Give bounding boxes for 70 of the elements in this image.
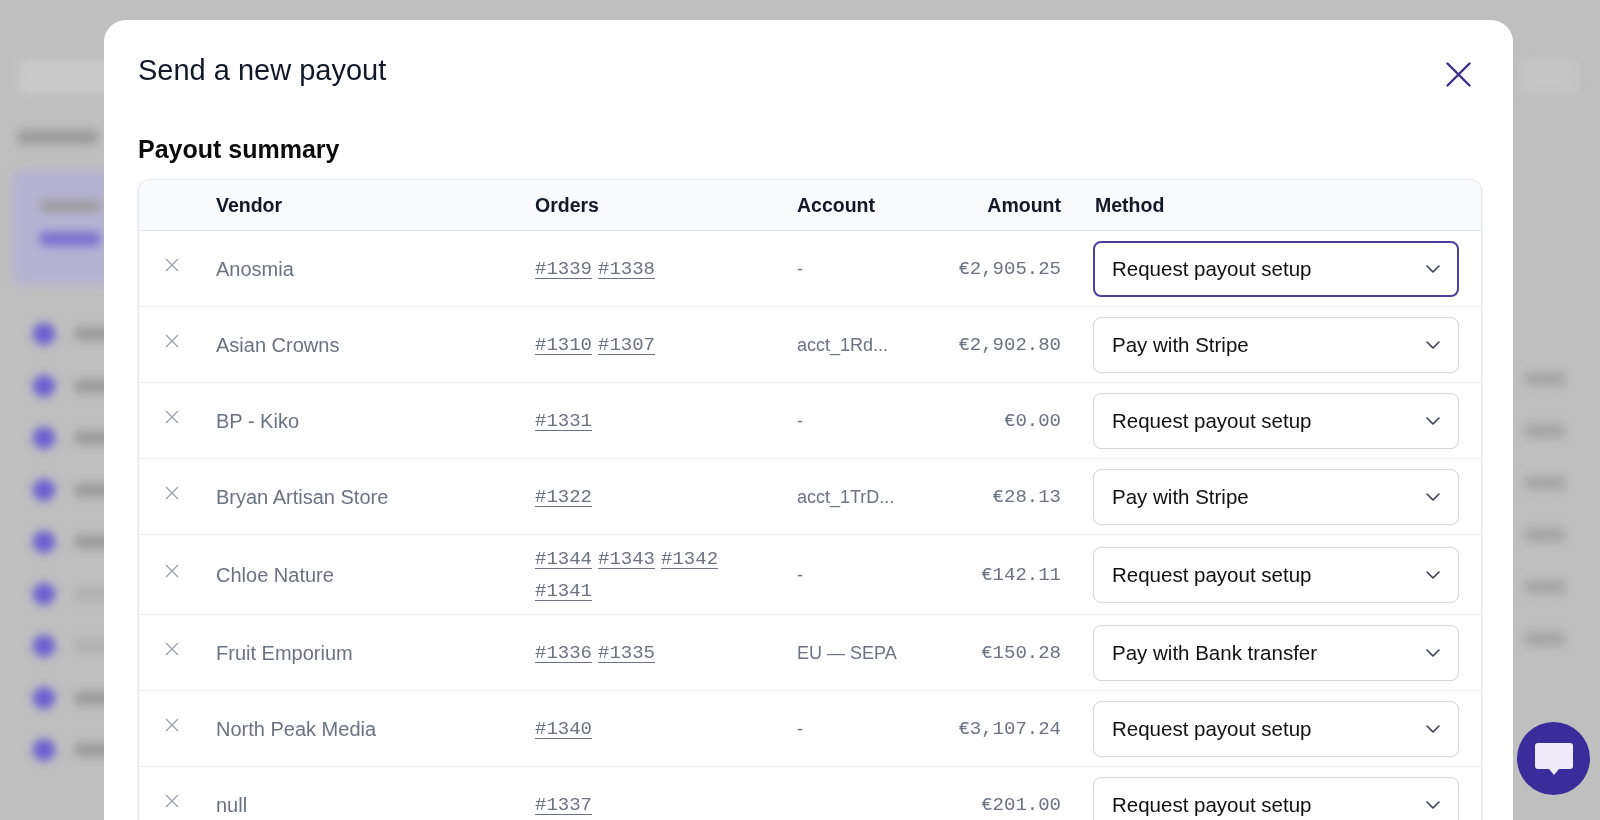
x-icon[interactable] (165, 793, 179, 808)
method-select[interactable]: Request payout setup (1093, 392, 1459, 449)
method-select[interactable]: Pay with Bank transfer (1093, 624, 1459, 681)
dialog-title: Send a new payout (138, 53, 387, 88)
x-icon[interactable] (165, 641, 179, 656)
order-link[interactable]: #1335 (598, 638, 656, 667)
vendor-name: Bryan Artisan Store (216, 484, 389, 510)
x-icon[interactable] (165, 257, 179, 272)
method-select[interactable]: Request payout setup (1093, 700, 1459, 757)
account-text: - (797, 563, 803, 587)
chevron-down-icon (1426, 340, 1440, 349)
amount-text: €3,107.24 (958, 716, 1061, 741)
close-icon[interactable] (1446, 62, 1471, 87)
column-header: Vendor (216, 193, 283, 217)
section-heading: Payout summary (138, 134, 341, 165)
method-select[interactable]: Pay with Stripe (1093, 316, 1459, 373)
amount-text: €28.13 (992, 484, 1061, 509)
method-select[interactable]: Request payout setup (1093, 546, 1459, 603)
amount-text: €0.00 (1004, 408, 1061, 433)
method-select[interactable]: Pay with Stripe (1093, 468, 1459, 525)
amount-text: €150.28 (981, 640, 1061, 665)
speech-bubble-icon (1533, 741, 1574, 776)
x-icon[interactable] (165, 717, 179, 732)
order-link[interactable]: #1337 (535, 790, 592, 819)
amount-text: €201.00 (981, 792, 1061, 817)
method-select[interactable]: Request payout setup (1093, 776, 1459, 820)
vendor-name: null (216, 792, 248, 818)
order-link[interactable]: #1344 (535, 544, 592, 573)
order-link[interactable]: #1331 (535, 406, 592, 435)
order-link[interactable]: #1342 (661, 544, 719, 573)
amount-text: €2,902.80 (958, 332, 1061, 357)
account-text: EU — SEPA (797, 641, 897, 665)
account-text: - (797, 257, 803, 281)
order-link[interactable]: #1339 (535, 254, 592, 283)
x-icon[interactable] (165, 563, 179, 578)
chevron-down-icon (1426, 264, 1440, 273)
order-link[interactable]: #1340 (535, 714, 592, 743)
account-text: - (797, 409, 803, 433)
method-select[interactable]: Request payout setup (1093, 240, 1459, 297)
x-icon[interactable] (165, 485, 179, 500)
account-text: acct_1TrD... (797, 485, 895, 509)
vendor-name: North Peak Media (216, 716, 377, 742)
vendor-name: Chloe Nature (216, 562, 334, 588)
chevron-down-icon (1426, 416, 1440, 425)
column-header: Method (1095, 193, 1165, 217)
order-link[interactable]: #1310 (535, 330, 592, 359)
vendor-name: Asian Crowns (216, 332, 340, 358)
order-link[interactable]: #1338 (598, 254, 656, 283)
order-link[interactable]: #1322 (535, 482, 592, 511)
column-header: Account (797, 193, 875, 217)
vendor-name: Anosmia (216, 256, 294, 282)
chevron-down-icon (1426, 648, 1440, 657)
amount-text: €2,905.25 (958, 256, 1061, 281)
x-icon[interactable] (165, 409, 179, 424)
chevron-down-icon (1426, 800, 1440, 809)
order-link[interactable]: #1307 (598, 330, 656, 359)
vendor-name: BP - Kiko (216, 408, 299, 434)
x-icon[interactable] (165, 333, 179, 348)
order-link[interactable]: #1343 (598, 544, 656, 573)
chevron-down-icon (1426, 724, 1440, 733)
column-header: Amount (987, 193, 1061, 217)
order-link[interactable]: #1336 (535, 638, 592, 667)
amount-text: €142.11 (981, 562, 1061, 587)
column-header: Orders (535, 193, 599, 217)
chevron-down-icon (1426, 570, 1440, 579)
account-text: acct_1Rd... (797, 333, 889, 357)
vendor-name: Fruit Emporium (216, 640, 353, 666)
order-link[interactable]: #1341 (535, 576, 592, 605)
chevron-down-icon (1426, 492, 1440, 501)
account-text: - (797, 717, 803, 741)
